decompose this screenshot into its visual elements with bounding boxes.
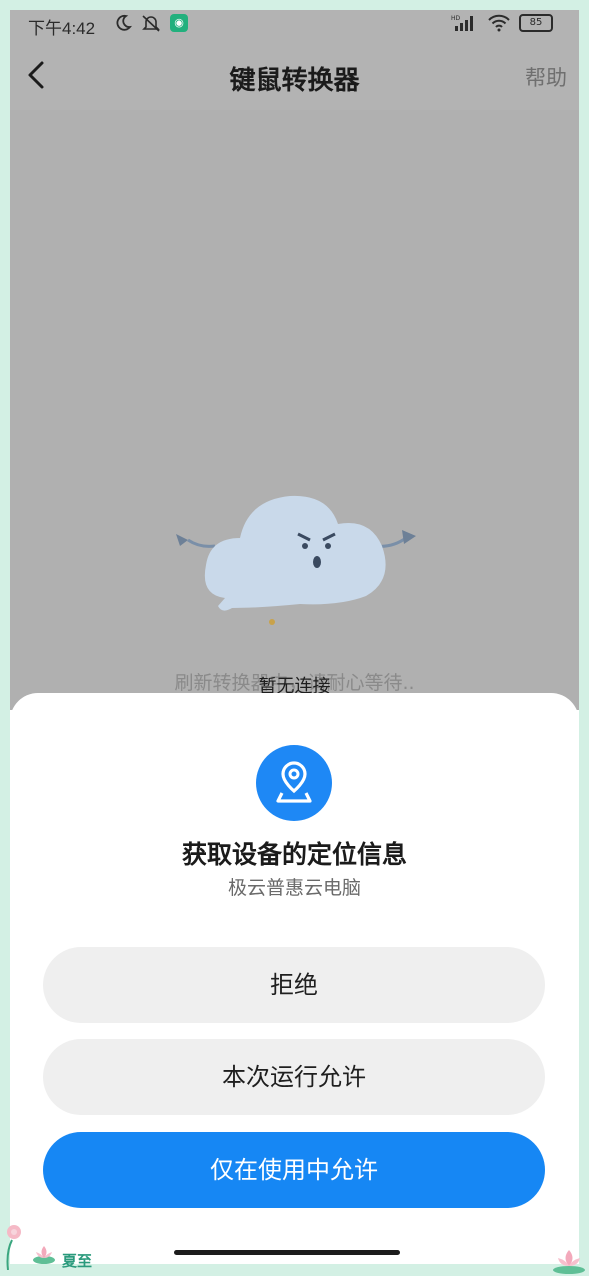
- wifi-icon: [488, 14, 510, 32]
- app-bar: 键鼠转换器 帮助: [10, 40, 579, 110]
- location-pin-icon: [256, 745, 332, 821]
- lotus-decoration: [33, 1246, 55, 1264]
- battery-indicator: 85: [519, 14, 553, 32]
- status-left-icons: ◉: [114, 14, 188, 32]
- deny-button[interactable]: 拒绝: [43, 947, 545, 1023]
- page-title: 键鼠转换器: [229, 66, 360, 96]
- location-pin-glyph: [276, 761, 312, 803]
- solar-term-label: 夏至: [62, 1252, 93, 1270]
- allow-while-using-button[interactable]: 仅在使用中允许: [43, 1132, 545, 1208]
- help-link[interactable]: 帮助: [525, 62, 567, 92]
- network-type: HD: [451, 15, 461, 22]
- status-bar: 下午4:42 ◉ HD 85: [10, 10, 579, 40]
- lotus-corner-decoration: [553, 1250, 585, 1274]
- phone-screen: 下午4:42 ◉ HD 85 键鼠转换器 帮助 刷新转换器中，请耐心等待.. 暂…: [10, 10, 579, 1264]
- moon-icon: [116, 14, 132, 31]
- shield-app-icon: ◉: [170, 14, 188, 32]
- main-content-dimmed: 刷新转换器中，请耐心等待.. 暂无连接: [10, 110, 579, 710]
- connection-status: 刷新转换器中，请耐心等待.. 暂无连接: [10, 668, 579, 697]
- requesting-app-name: 极云普惠云电脑: [227, 877, 361, 899]
- permission-title: 获取设备的定位信息: [181, 840, 407, 869]
- cloud-mascot-illustration: [176, 495, 416, 625]
- status-right-icons: HD 85: [451, 14, 553, 32]
- status-time: 下午4:42: [28, 19, 96, 38]
- home-indicator[interactable]: [174, 1250, 400, 1255]
- allow-once-button[interactable]: 本次运行允许: [43, 1039, 545, 1115]
- location-permission-sheet: 获取设备的定位信息 极云普惠云电脑 拒绝 本次运行允许 仅在使用中允许: [10, 693, 579, 1264]
- signal-icon: HD: [451, 15, 473, 31]
- mute-bell-icon: [142, 15, 160, 32]
